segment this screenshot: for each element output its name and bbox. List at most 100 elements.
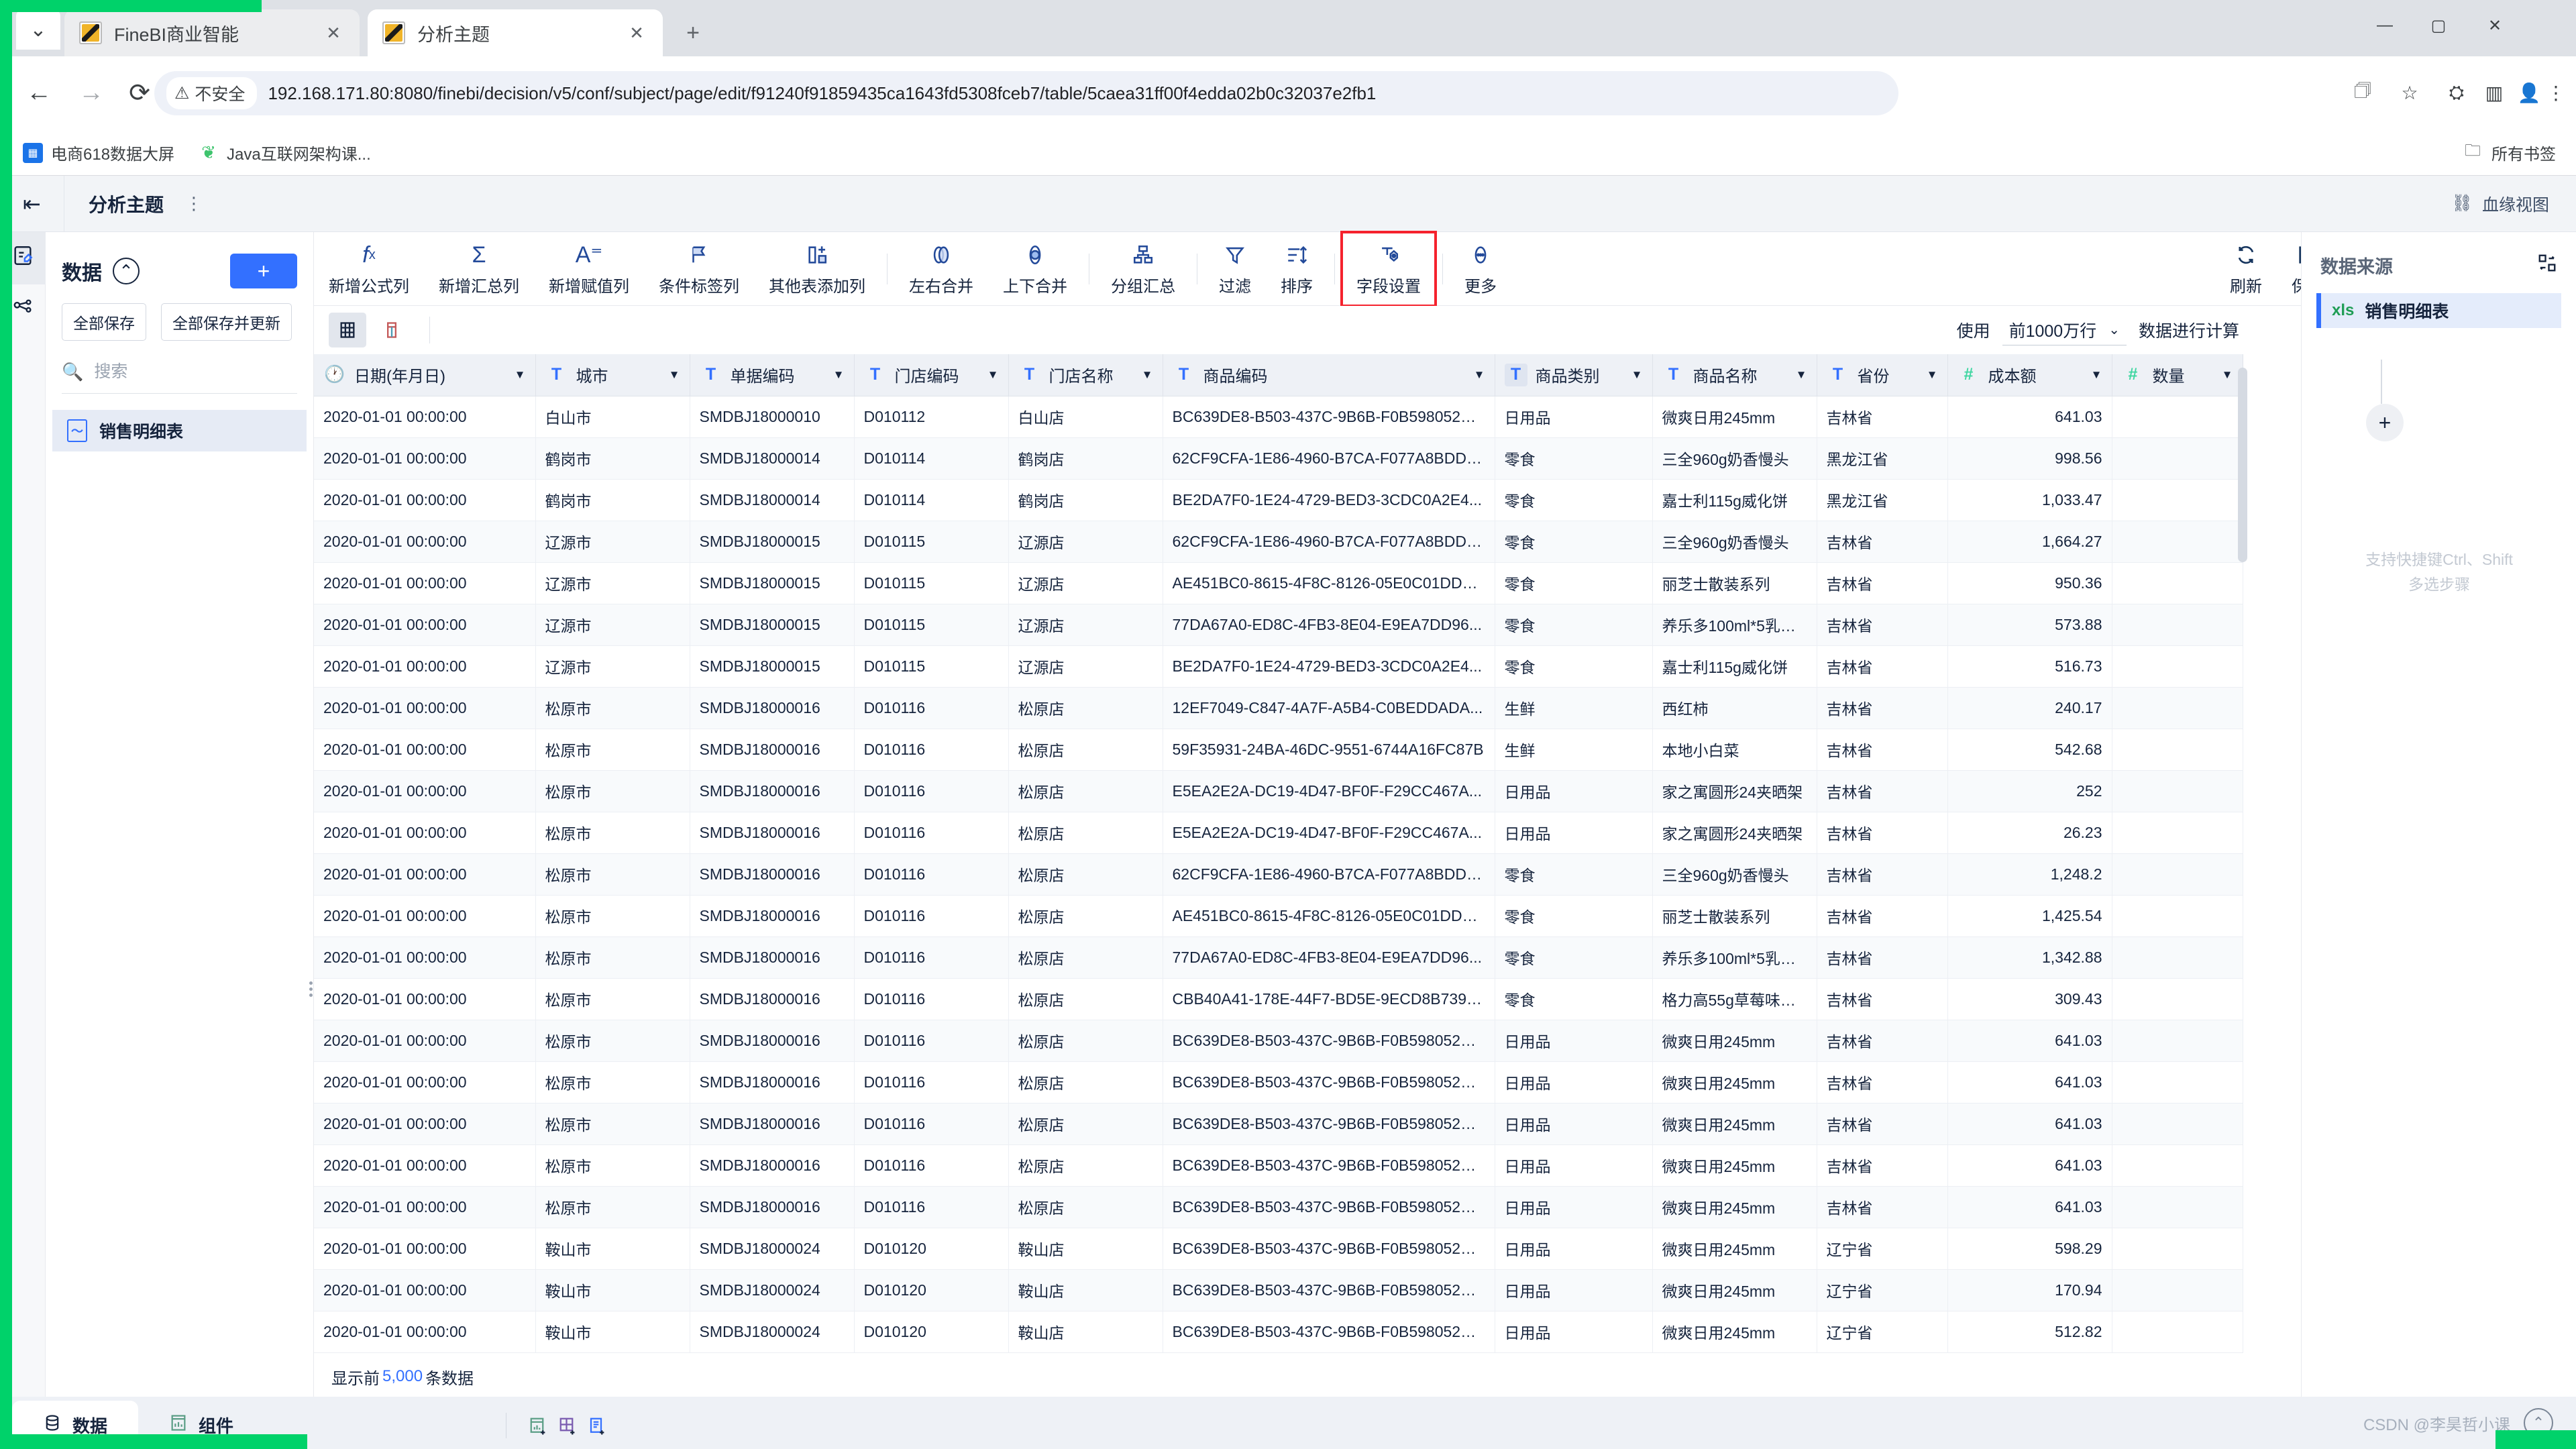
- toolbar-button-formula-column[interactable]: fx 新增公式列: [314, 232, 424, 306]
- toolbar-button-merge-horizontal[interactable]: 左右合并: [894, 232, 988, 306]
- column-header-5[interactable]: T 商品编码 ▼: [1163, 354, 1495, 396]
- column-header-2[interactable]: T 单据编码 ▼: [690, 354, 855, 396]
- chevron-down-icon[interactable]: ▼: [2091, 368, 2102, 382]
- table-row[interactable]: 2020-01-01 00:00:00 松原市 SMDBJ18000016 D0101…: [314, 978, 2243, 1020]
- chevron-down-icon[interactable]: ▼: [515, 368, 526, 382]
- chevron-down-icon[interactable]: ▼: [833, 368, 845, 382]
- toolbar-button-summary-column[interactable]: Σ 新增汇总列: [424, 232, 534, 306]
- column-header-7[interactable]: T 商品名称 ▼: [1652, 354, 1817, 396]
- column-header-6[interactable]: T 商品类别 ▼: [1495, 354, 1653, 396]
- bookmark-item-1[interactable]: ❦ Java互联网架构课...: [199, 141, 371, 164]
- add-chart-icon[interactable]: [524, 1410, 553, 1442]
- table-row[interactable]: 2020-01-01 00:00:00 鞍山市 SMDBJ18000024 D0101…: [314, 1269, 2243, 1311]
- lineage-view-button[interactable]: ⛓ 血缘视图: [2451, 192, 2549, 216]
- data-table-container[interactable]: 🕐 日期(年月日) ▼ T 城市 ▼ T 单据编码 ▼ T 门店编码 ▼ T 门店名称 ▼ T 商品编码 ▼ T 商品…: [314, 354, 2259, 1356]
- table-row[interactable]: 2020-01-01 00:00:00 松原市 SMDBJ18000016 D0101…: [314, 1103, 2243, 1145]
- table-row[interactable]: 2020-01-01 00:00:00 松原市 SMDBJ18000016 D0101…: [314, 895, 2243, 937]
- minimize-button[interactable]: —: [2361, 7, 2408, 44]
- chevron-down-icon[interactable]: ▼: [1927, 368, 1938, 382]
- address-bar[interactable]: ⚠ 不安全 192.168.171.80:8080/finebi/decisio…: [154, 71, 1898, 115]
- column-header-9[interactable]: # 成本额 ▼: [1947, 354, 2112, 396]
- grid-icon[interactable]: [329, 313, 366, 347]
- menu-icon[interactable]: ⋮: [2538, 75, 2573, 110]
- back-button[interactable]: ←: [17, 71, 60, 114]
- vertical-scrollbar-thumb[interactable]: [2238, 368, 2247, 562]
- new-tab-button[interactable]: +: [678, 17, 708, 48]
- add-step-button[interactable]: +: [2366, 404, 2404, 441]
- table-row[interactable]: 2020-01-01 00:00:00 松原市 SMDBJ18000016 D0101…: [314, 1061, 2243, 1104]
- column-header-1[interactable]: T 城市 ▼: [535, 354, 690, 396]
- chevron-down-icon[interactable]: ▼: [987, 368, 999, 382]
- column-icon[interactable]: [373, 313, 411, 347]
- column-header-4[interactable]: T 门店名称 ▼: [1008, 354, 1163, 396]
- maximize-button[interactable]: ▢: [2415, 7, 2462, 44]
- table-row[interactable]: 2020-01-01 00:00:00 辽源市 SMDBJ18000015 D0101…: [314, 521, 2243, 563]
- browser-tab-2[interactable]: 分析主题 ✕: [368, 9, 663, 56]
- table-row[interactable]: 2020-01-01 00:00:00 鞍山市 SMDBJ18000024 D0101…: [314, 1228, 2243, 1270]
- toolbar-button-group-summary[interactable]: 分组汇总: [1096, 232, 1190, 306]
- toolbar-button-more[interactable]: 更多: [1450, 232, 1511, 306]
- add-page-icon[interactable]: [583, 1410, 612, 1442]
- not-secure-badge[interactable]: ⚠ 不安全: [166, 77, 258, 109]
- table-row[interactable]: 2020-01-01 00:00:00 松原市 SMDBJ18000016 D0101…: [314, 1144, 2243, 1187]
- table-row[interactable]: 2020-01-01 00:00:00 辽源市 SMDBJ18000015 D0101…: [314, 562, 2243, 604]
- toolbar-button-condition-label-column[interactable]: 条件标签列: [644, 232, 754, 306]
- table-row[interactable]: 2020-01-01 00:00:00 松原市 SMDBJ18000016 D0101…: [314, 1186, 2243, 1228]
- add-layout-icon[interactable]: [553, 1410, 583, 1442]
- toolbar-button-merge-vertical[interactable]: 上下合并: [988, 232, 1082, 306]
- close-window-button[interactable]: ✕: [2471, 7, 2518, 44]
- column-header-8[interactable]: T 省份 ▼: [1817, 354, 1948, 396]
- table-row[interactable]: 2020-01-01 00:00:00 辽源市 SMDBJ18000015 D0101…: [314, 645, 2243, 688]
- table-row[interactable]: 2020-01-01 00:00:00 鹤岗市 SMDBJ18000014 D0101…: [314, 437, 2243, 480]
- forward-button[interactable]: →: [70, 71, 113, 114]
- table-cell: 641.03: [1947, 1020, 2112, 1062]
- left-panel-search[interactable]: 🔍 ⋯: [62, 358, 338, 394]
- chevron-down-icon[interactable]: ▼: [1142, 368, 1153, 382]
- close-icon[interactable]: ✕: [322, 23, 345, 44]
- sidepanel-icon[interactable]: ▥: [2477, 75, 2512, 110]
- table-row[interactable]: 2020-01-01 00:00:00 松原市 SMDBJ18000016 D0101…: [314, 853, 2243, 896]
- tab-list-button[interactable]: ⌄: [16, 9, 60, 50]
- search-input[interactable]: [94, 362, 311, 382]
- column-header-10[interactable]: # 数量 ▼: [2112, 354, 2243, 396]
- chevron-down-icon[interactable]: ▼: [669, 368, 680, 382]
- toolbar-button-sort[interactable]: 排序: [1266, 232, 1328, 306]
- data-source-node-sales-detail[interactable]: xls 销售明细表: [2316, 293, 2561, 328]
- table-row[interactable]: 2020-01-01 00:00:00 鹤岗市 SMDBJ18000014 D0101…: [314, 479, 2243, 521]
- table-row[interactable]: 2020-01-01 00:00:00 松原市 SMDBJ18000016 D0101…: [314, 1020, 2243, 1062]
- toolbar-button-refresh[interactable]: 刷新: [2215, 232, 2277, 306]
- table-row[interactable]: 2020-01-01 00:00:00 松原市 SMDBJ18000016 D0101…: [314, 729, 2243, 771]
- chevron-down-icon[interactable]: ▼: [2222, 368, 2233, 382]
- bookmark-item-0[interactable]: ▦ 电商618数据大屏: [23, 141, 174, 164]
- chevron-down-icon[interactable]: ▼: [1631, 368, 1643, 382]
- toolbar-button-filter[interactable]: 过滤: [1204, 232, 1266, 306]
- save-all-button[interactable]: 全部保存: [62, 303, 146, 341]
- table-row[interactable]: 2020-01-01 00:00:00 鞍山市 SMDBJ18000024 D0101…: [314, 1311, 2243, 1353]
- table-row[interactable]: 2020-01-01 00:00:00 白山市 SMDBJ18000010 D0101…: [314, 396, 2243, 438]
- toolbar-button-assign-column[interactable]: A⁼ 新增赋值列: [534, 232, 644, 306]
- table-row[interactable]: 2020-01-01 00:00:00 松原市 SMDBJ18000016 D0101…: [314, 936, 2243, 979]
- table-row[interactable]: 2020-01-01 00:00:00 松原市 SMDBJ18000016 D0101…: [314, 687, 2243, 729]
- star-icon[interactable]: ☆: [2392, 75, 2427, 110]
- save-all-and-update-button[interactable]: 全部保存并更新: [161, 303, 292, 341]
- add-data-button[interactable]: +: [230, 254, 297, 288]
- all-bookmarks-button[interactable]: 🗀 所有书签: [2465, 139, 2556, 166]
- table-row[interactable]: 2020-01-01 00:00:00 松原市 SMDBJ18000016 D0101…: [314, 770, 2243, 812]
- column-header-3[interactable]: T 门店编码 ▼: [854, 354, 1009, 396]
- table-row[interactable]: 2020-01-01 00:00:00 松原市 SMDBJ18000016 D0101…: [314, 812, 2243, 854]
- translate-icon[interactable]: 🗇: [2345, 75, 2380, 110]
- chevron-down-icon[interactable]: ▼: [1796, 368, 1807, 382]
- column-header-0[interactable]: 🕐 日期(年月日) ▼: [314, 354, 536, 396]
- vertical-dots-icon[interactable]: ⋮: [185, 193, 203, 214]
- browser-tab-1[interactable]: FineBI商业智能 ✕: [64, 9, 360, 56]
- left-panel-item-sales-detail[interactable]: 〜 销售明细表: [52, 410, 307, 451]
- row-limit-select[interactable]: 前1000万行 ⌄: [2002, 315, 2127, 345]
- chevrons-up-icon[interactable]: ⌃: [113, 258, 140, 284]
- extensions-icon[interactable]: ⛭: [2439, 75, 2474, 110]
- table-row[interactable]: 2020-01-01 00:00:00 辽源市 SMDBJ18000015 D0101…: [314, 604, 2243, 646]
- close-icon[interactable]: ✕: [625, 23, 648, 44]
- chevron-down-icon[interactable]: ▼: [1474, 368, 1485, 382]
- toolbar-button-add-column-from-table[interactable]: 其他表添加列: [754, 232, 880, 306]
- expand-nodes-icon[interactable]: [2537, 253, 2557, 278]
- toolbar-button-field-settings[interactable]: 字段设置: [1340, 230, 1437, 307]
